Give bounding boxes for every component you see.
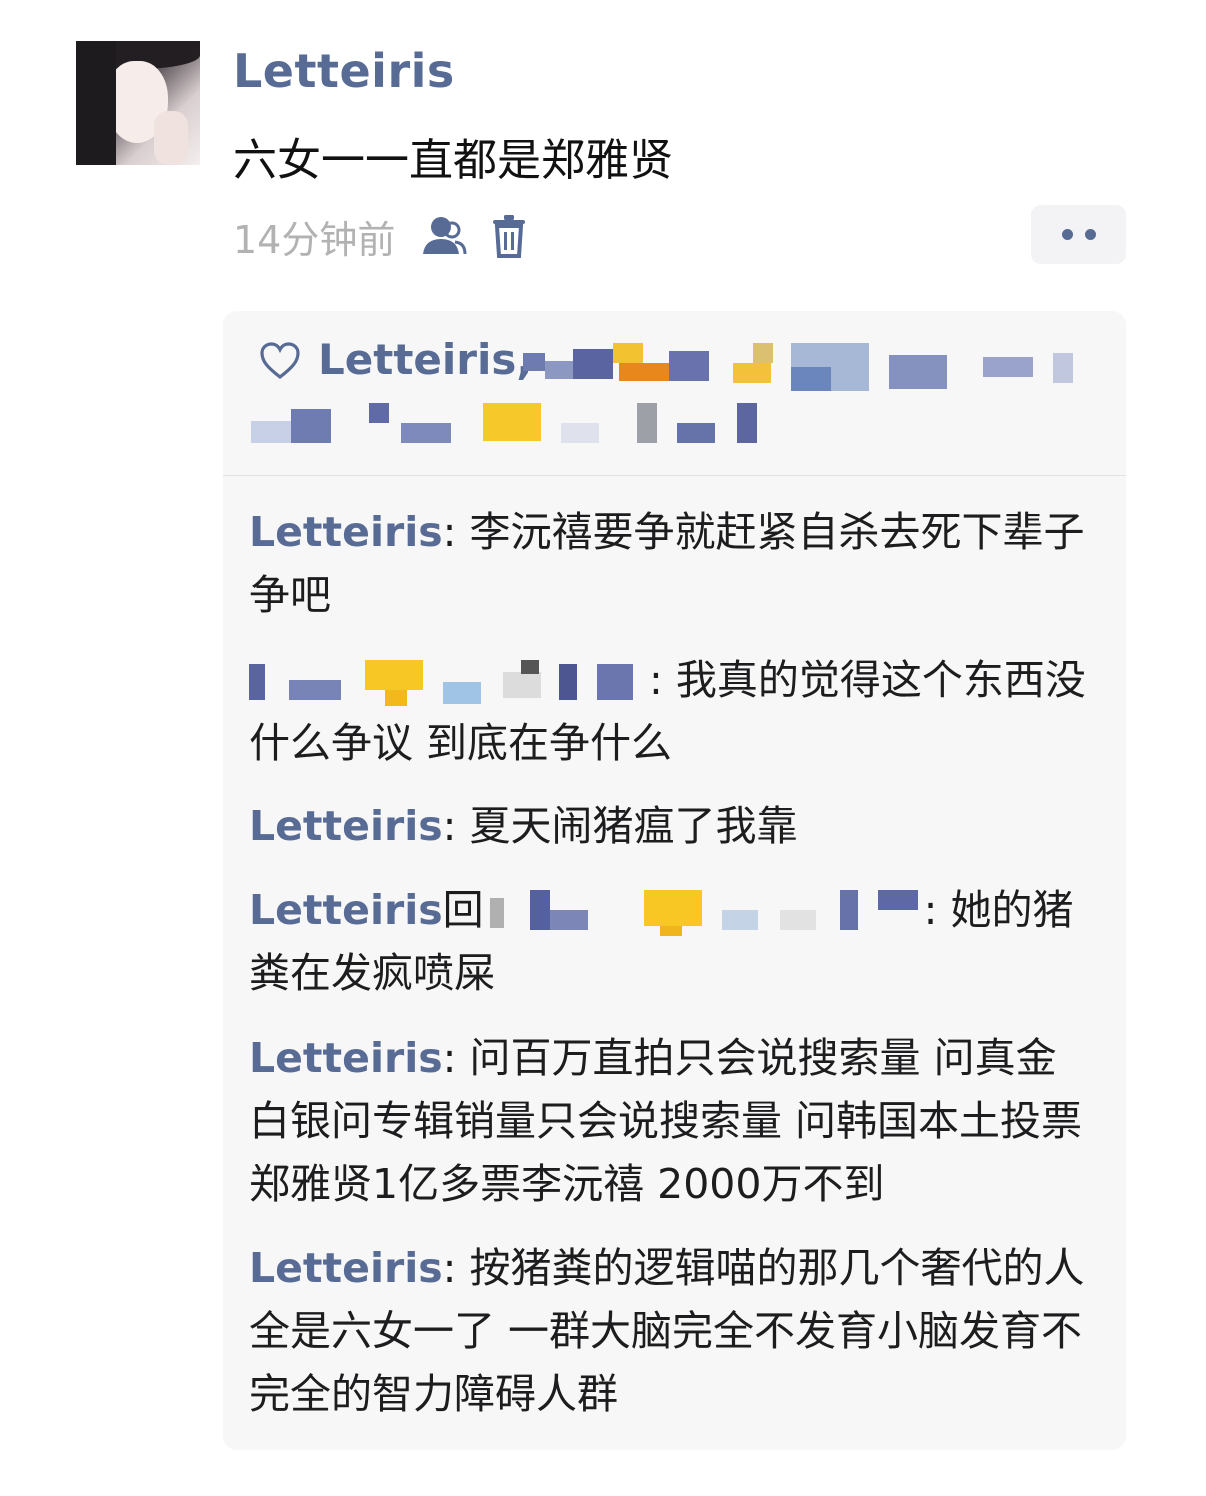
- comment-item[interactable]: Letteiris: 按猪粪的逻辑喵的那几个奢代的人全是六女一了 一群大脑完全不…: [249, 1237, 1089, 1426]
- post-text: 六女一一直都是郑雅贤: [233, 135, 673, 186]
- avatar[interactable]: [76, 41, 200, 165]
- comment-separator: :: [923, 886, 951, 934]
- post-time: 14分钟前: [233, 217, 396, 262]
- censored-likes-line2: [251, 403, 791, 449]
- more-button[interactable]: [1031, 205, 1126, 264]
- likes-divider: [223, 475, 1126, 476]
- reply-label: 回: [442, 886, 484, 934]
- comment-separator: :: [649, 656, 676, 704]
- comment-separator: :: [442, 1244, 470, 1292]
- censored-likes-line1: [523, 343, 1083, 393]
- comment-item[interactable]: Letteiris: 问百万直拍只会说搜索量 问真金白银问专辑销量只会说搜索量 …: [249, 1027, 1089, 1216]
- censored-reply-target: [484, 890, 924, 936]
- more-dot: [1084, 229, 1096, 240]
- trash-icon[interactable]: [491, 214, 527, 258]
- censored-author: [249, 660, 649, 706]
- more-dots-icon: [1061, 229, 1073, 240]
- comment-author: Letteiris: [249, 802, 443, 850]
- comment-item[interactable]: : 我真的觉得这个东西没什么争议 到底在争什么: [249, 649, 1089, 775]
- post-username[interactable]: Letteiris: [233, 44, 455, 98]
- comment-separator: :: [442, 1034, 470, 1082]
- comment-item[interactable]: Letteiris回 : 她的猪粪在发疯喷屎: [249, 879, 1089, 1005]
- comment-author: Letteiris: [249, 1244, 443, 1292]
- avatar-hand: [154, 111, 188, 165]
- comment-text: 夏天闹猪瘟了我靠: [469, 802, 798, 850]
- heart-icon: [259, 341, 301, 381]
- comment-author: Letteiris: [249, 508, 443, 556]
- likes-row: Letteiris,: [223, 311, 1126, 474]
- comment-separator: :: [442, 802, 470, 850]
- comment-author: Letteiris: [249, 886, 443, 934]
- person-icon[interactable]: [421, 214, 467, 258]
- post-meta: 14分钟前: [233, 208, 527, 264]
- comment-item[interactable]: Letteiris: 夏天闹猪瘟了我靠: [249, 795, 1089, 858]
- comment-separator: :: [442, 508, 470, 556]
- comment-author: Letteiris: [249, 1034, 443, 1082]
- comment-item[interactable]: Letteiris: 李沅禧要争就赶紧自杀去死下辈子争吧: [249, 501, 1089, 627]
- comment-panel: Letteiris, Letteiris: 李沅禧要争就赶紧自杀去死下辈子争吧 …: [223, 311, 1126, 1450]
- likes-first-name[interactable]: Letteiris,: [318, 335, 532, 384]
- avatar-hair-side: [76, 41, 116, 165]
